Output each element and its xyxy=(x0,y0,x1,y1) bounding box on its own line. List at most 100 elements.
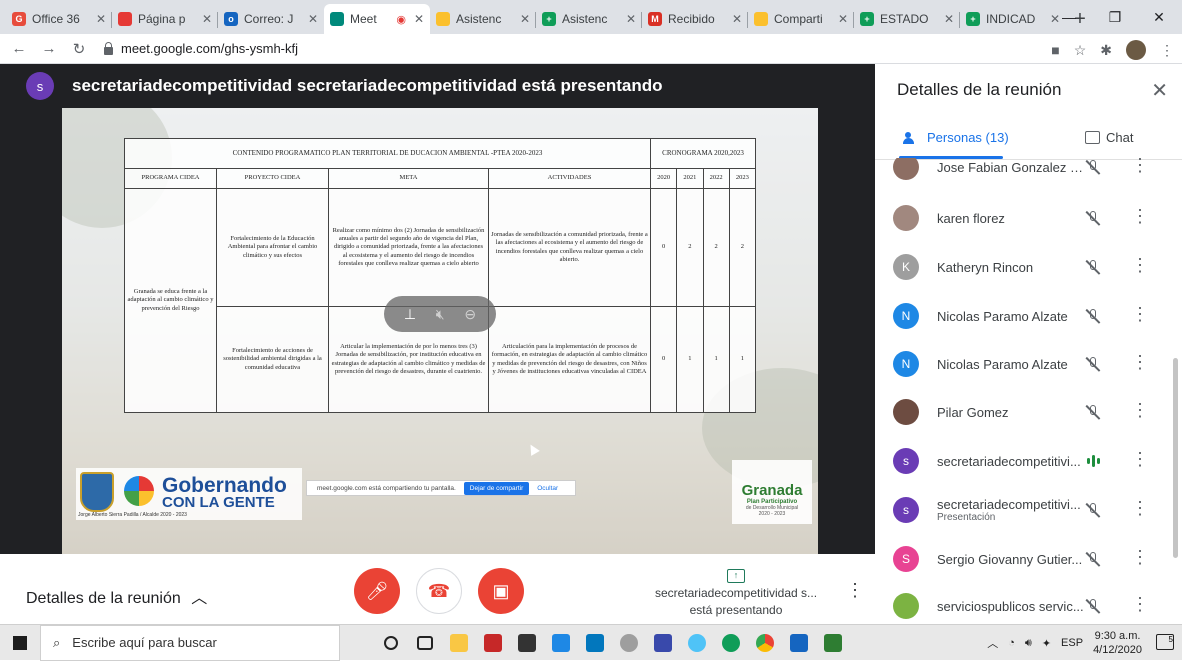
participant-more-button[interactable]: ⋮ xyxy=(1131,594,1149,615)
browser-tab-compartido[interactable]: Comparti ✕ xyxy=(748,4,854,34)
app-globe-icon[interactable] xyxy=(612,625,646,661)
participant-row[interactable]: s secretariadecompetitivi... ⋮ xyxy=(875,437,1171,485)
mic-off-icon xyxy=(1085,210,1101,226)
participant-more-button[interactable]: ⋮ xyxy=(1131,400,1149,421)
tab-people[interactable]: Personas (13) xyxy=(903,130,1009,145)
url-field[interactable]: meet.google.com/ghs-ysmh-kfj xyxy=(104,41,298,56)
meeting-details-toggle[interactable]: Detalles de la reunión ︿ xyxy=(26,584,207,608)
participant-row[interactable]: Jose Fabian Gonzalez R... ⋮ xyxy=(875,158,1171,191)
participant-row[interactable]: serviciospublicos servic... ⋮ xyxy=(875,582,1171,624)
bookmark-star-icon[interactable]: ☆ xyxy=(1074,42,1087,59)
taskbar-clock[interactable]: 9:30 a.m. 4/12/2020 xyxy=(1093,629,1142,658)
participant-more-button[interactable]: ⋮ xyxy=(1131,449,1149,470)
hide-banner-button[interactable]: Ocultar xyxy=(537,485,558,492)
browser-tab-asistencia-2[interactable]: + Asistenc ✕ xyxy=(536,4,642,34)
page-favicon-icon xyxy=(118,12,132,26)
participant-row[interactable]: K Katheryn Rincon ⋮ xyxy=(875,243,1171,291)
language-indicator[interactable]: ESP xyxy=(1061,637,1083,649)
network-icon[interactable]: ◔ xyxy=(1008,637,1015,649)
dropbox-icon[interactable]: ✦ xyxy=(1042,637,1051,650)
stop-sharing-button[interactable]: Dejar de compartir xyxy=(463,481,530,495)
participant-row[interactable]: N Nicolas Paramo Alzate ⋮ xyxy=(875,340,1171,388)
app-shield-icon[interactable] xyxy=(646,625,680,661)
close-tab-icon[interactable]: ✕ xyxy=(520,12,530,26)
close-tab-icon[interactable]: ✕ xyxy=(626,12,636,26)
tab-chat[interactable]: Chat xyxy=(1085,130,1133,145)
start-button[interactable] xyxy=(0,625,40,661)
close-tab-icon[interactable]: ✕ xyxy=(202,12,212,26)
browser-tab-estado[interactable]: + ESTADO ✕ xyxy=(854,4,960,34)
office-favicon-icon: G xyxy=(12,12,26,26)
close-tab-icon[interactable]: ✕ xyxy=(308,12,318,26)
edge-icon[interactable] xyxy=(680,625,714,661)
chrome-menu-icon[interactable]: ⋮ xyxy=(1160,42,1174,59)
excel-icon[interactable] xyxy=(816,625,850,661)
participant-more-button[interactable]: ⋮ xyxy=(1131,498,1149,519)
reload-button[interactable]: ↻ xyxy=(68,40,90,58)
participant-more-button[interactable]: ⋮ xyxy=(1131,304,1149,325)
taskbar-search-box[interactable]: ⌕ Escribe aquí para buscar xyxy=(40,624,340,661)
pin-icon[interactable]: ⊥ xyxy=(404,306,416,323)
column-header: ACTIVIDADES xyxy=(488,168,651,189)
app-red-icon[interactable] xyxy=(476,625,510,661)
year-value-cell: 0 xyxy=(649,306,678,413)
meta-cell: Realizar como mínimo dos (2) Jornadas de… xyxy=(328,188,489,307)
avatar xyxy=(893,593,919,619)
store-icon[interactable] xyxy=(510,625,544,661)
volume-icon[interactable]: 🔊︎ xyxy=(1025,637,1032,650)
remove-icon[interactable]: ⊖ xyxy=(464,306,476,323)
participant-row[interactable]: S Sergio Giovanny Gutier... ⋮ xyxy=(875,535,1171,583)
browser-tab-recibidos[interactable]: M Recibido ✕ xyxy=(642,4,748,34)
share-banner: meet.google.com está compartiendo tu pan… xyxy=(306,480,576,496)
chrome-icon[interactable] xyxy=(748,625,782,661)
word-icon[interactable] xyxy=(782,625,816,661)
forward-button[interactable]: → xyxy=(38,40,60,57)
browser-tab-correo[interactable]: o Correo: J ✕ xyxy=(218,4,324,34)
presenting-indicator[interactable]: ↑ secretariadecompetitividad s... está p… xyxy=(650,566,822,619)
sheets-favicon-icon: + xyxy=(966,12,980,26)
tray-chevron-icon[interactable]: ︿ xyxy=(987,635,998,651)
browser-tab-pagina[interactable]: Página p ✕ xyxy=(112,4,218,34)
coat-of-arms-icon xyxy=(80,472,114,512)
close-panel-button[interactable]: ✕ xyxy=(1151,78,1168,103)
participant-more-button[interactable]: ⋮ xyxy=(1131,255,1149,276)
extensions-puzzle-icon[interactable]: ✱ xyxy=(1100,42,1112,59)
participant-row[interactable]: s secretariadecompetitivi... Presentación… xyxy=(875,486,1171,534)
participant-more-button[interactable]: ⋮ xyxy=(1131,158,1149,176)
participant-more-button[interactable]: ⋮ xyxy=(1131,352,1149,373)
participant-more-button[interactable]: ⋮ xyxy=(1131,206,1149,227)
address-bar: ← → ↻ meet.google.com/ghs-ysmh-kfj ■ ☆ ✱… xyxy=(0,34,1182,64)
back-button[interactable]: ← xyxy=(8,40,30,57)
participant-list-scrollbar[interactable] xyxy=(1173,358,1178,558)
task-view-icon[interactable] xyxy=(408,625,442,661)
edge-new-icon[interactable] xyxy=(714,625,748,661)
more-options-button[interactable]: ⋮ xyxy=(846,580,864,601)
browser-tab-asistencia-1[interactable]: Asistenc ✕ xyxy=(430,4,536,34)
leave-call-button[interactable]: ☎︎ xyxy=(416,568,462,614)
profile-avatar[interactable] xyxy=(1126,40,1146,60)
close-window-button[interactable]: ✕ xyxy=(1136,0,1182,34)
restore-button[interactable]: ❐ xyxy=(1092,0,1138,34)
file-explorer-icon[interactable] xyxy=(442,625,476,661)
close-tab-icon[interactable]: ✕ xyxy=(944,12,954,26)
minimize-button[interactable]: — xyxy=(1046,0,1092,34)
close-tab-icon[interactable]: ✕ xyxy=(414,12,424,26)
close-tab-icon[interactable]: ✕ xyxy=(96,12,106,26)
camera-toggle-button[interactable]: ▣ xyxy=(478,568,524,614)
participant-row[interactable]: Pilar Gomez ⋮ xyxy=(875,388,1171,436)
close-tab-icon[interactable]: ✕ xyxy=(838,12,848,26)
participant-row[interactable]: karen florez ⋮ xyxy=(875,194,1171,242)
browser-tab-meet[interactable]: Meet ◉ ✕ xyxy=(324,4,430,34)
participant-more-button[interactable]: ⋮ xyxy=(1131,547,1149,568)
camera-icon[interactable]: ■ xyxy=(1051,42,1059,58)
cortana-icon[interactable] xyxy=(374,625,408,661)
microphone-toggle-button[interactable]: 🎤︎ xyxy=(354,568,400,614)
close-tab-icon[interactable]: ✕ xyxy=(732,12,742,26)
browser-tab-office[interactable]: G Office 36 ✕ xyxy=(6,4,112,34)
notifications-button[interactable]: 5 xyxy=(1156,634,1174,650)
participant-row[interactable]: N Nicolas Paramo Alzate ⋮ xyxy=(875,292,1171,340)
mute-icon[interactable]: 🔇︎ xyxy=(436,306,445,323)
chevron-up-icon: ︿ xyxy=(191,590,208,607)
app-l-icon[interactable] xyxy=(544,625,578,661)
mail-icon[interactable] xyxy=(578,625,612,661)
